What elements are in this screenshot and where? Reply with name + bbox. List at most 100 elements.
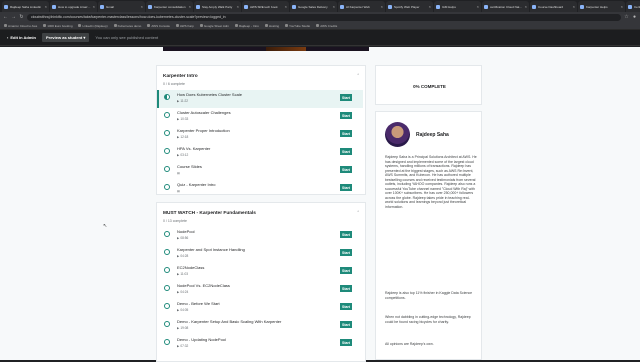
bookmark-icon [235, 24, 239, 27]
tab-favicon-icon [52, 4, 56, 9]
browser-tab[interactable]: How to upgrade Amazon EKS× [50, 1, 97, 12]
start-button[interactable]: Start [340, 249, 352, 256]
bookmark-label: Amazon Cloud to Aws [8, 23, 38, 28]
bookmark-item[interactable]: Amazon Cloud to Aws [4, 24, 37, 28]
section-title: Karpenter Intro [163, 74, 198, 79]
bookmark-item[interactable]: AWS Console [147, 24, 170, 28]
close-icon[interactable]: × [333, 4, 335, 9]
bookmark-icon [78, 24, 82, 27]
tab-favicon-icon [436, 4, 440, 9]
start-button[interactable]: Start [340, 285, 352, 292]
browser-tab[interactable]: Course Dashboard × [530, 1, 577, 12]
tab-title: Course Dashboard [538, 4, 564, 9]
tab-favicon-icon [100, 4, 104, 9]
bookmark-item[interactable]: AWS Karp [175, 24, 194, 28]
close-icon[interactable]: × [93, 4, 95, 9]
chevron-up-icon[interactable]: ˆ [357, 74, 359, 80]
bookmark-label: AWS Console [151, 23, 170, 28]
browser-tab[interactable]: IAM Helps × [434, 1, 481, 12]
close-icon[interactable]: × [621, 4, 623, 9]
lecture-row[interactable]: Course Slides ▤ Start [157, 162, 363, 180]
tab-title: AWS SRE tech book [250, 4, 278, 9]
tab-favicon-icon [292, 4, 296, 9]
reload-icon[interactable]: ↻ [19, 14, 24, 20]
preview-as-student-dropdown[interactable]: Preview as student ▾ [41, 33, 90, 42]
bookmark-item[interactable]: Rajdeep - Intro [235, 24, 259, 28]
lecture-title: EC2NodeClass [177, 265, 205, 270]
browser-tab[interactable]: Rajdeep Saha Linkedin × [2, 1, 49, 12]
lecture-row[interactable]: NodePool Vs. EC2NodeClass ▶ 04:24 Start [157, 281, 363, 299]
browser-tab[interactable]: Stay Amply Walk Party × [194, 1, 241, 12]
start-button[interactable]: Start [340, 184, 352, 191]
start-button[interactable]: Start [340, 303, 352, 310]
url-field[interactable]: cloudwithraj.thinkific.com/courses/take/… [27, 13, 621, 21]
browser-tab[interactable]: certification Cloud Native × [482, 1, 529, 12]
lecture-row[interactable]: Cluster Autoscaler Challenges ▶ 10:33 Star… [157, 108, 363, 126]
lecture-row[interactable]: Demo - Updating NodePool ▶ 07:32 Start [157, 335, 363, 353]
star-icon[interactable]: ☆ [624, 14, 629, 20]
bookmark-item[interactable]: AWS Credits [316, 24, 337, 28]
close-icon[interactable]: × [525, 4, 527, 9]
close-icon[interactable]: × [285, 4, 287, 9]
bookmark-item[interactable]: YouTube Studio [285, 24, 310, 28]
start-button[interactable]: Start [340, 148, 352, 155]
start-button[interactable]: Start [340, 231, 352, 238]
close-icon[interactable]: × [189, 4, 191, 9]
edit-in-admin-button[interactable]: ‹ Edit in Admin [7, 35, 36, 40]
lecture-title: Course Slides [177, 164, 202, 169]
browser-tab[interactable]: Karpenter Helps × [578, 1, 625, 12]
close-icon[interactable]: × [477, 4, 479, 9]
duration-text: 04:24 [180, 290, 189, 294]
lecture-row[interactable]: Demo - Before We Start ▶ 04:05 Start [157, 299, 363, 317]
lecture-row[interactable]: How Does Kubernetes Cluster Scale ▶ 11:22… [157, 90, 363, 108]
bookmark-label: Hosting [268, 23, 280, 28]
bookmark-item[interactable]: 1000 Euro booking [43, 24, 72, 28]
bookmark-item[interactable]: Hosting [264, 23, 280, 28]
tab-title: How to upgrade Amazon EKS [58, 4, 91, 9]
tab-favicon-icon [484, 4, 488, 9]
lecture-row[interactable]: EC2NodeClass ▶ 11:03 Start [157, 263, 363, 281]
lecture-row[interactable]: Karpenter Proper Introduction ▶ 12:18 Star… [157, 126, 363, 144]
browser-tab[interactable]: Certificate× [626, 1, 640, 12]
bookmark-item[interactable]: Google Sheet Adm [199, 24, 229, 28]
section-card-karpenter-intro: Karpenter Intro 0 / 6 complete ˆ How Doe… [156, 65, 366, 195]
lecture-row[interactable]: HPA Vs. Karpenter ▶ 03:12 Start [157, 144, 363, 162]
browser-tab[interactable]: Karpenter consolidation × [146, 1, 193, 12]
profile-icon[interactable]: ● [632, 14, 637, 20]
section-card-karpenter-fundamentals: MUST WATCH - Karpenter Fundamentals 0 / … [156, 202, 366, 362]
back-icon[interactable]: ← [3, 14, 8, 20]
lecture-row[interactable]: Quiz - Karpenter Intro ▤ Start [157, 180, 363, 198]
start-button[interactable]: Start [340, 339, 352, 346]
browser-tab[interactable]: Gmail × [98, 1, 145, 12]
close-icon[interactable]: × [237, 4, 239, 9]
lecture-row[interactable]: Karpenter and Spot Instance Handling ▶ 04… [157, 245, 363, 263]
bookmark-item[interactable]: Linkedin (Rajdeep) [78, 24, 108, 28]
bookmark-item[interactable]: Kubernetes demo [113, 24, 141, 28]
forward-icon[interactable]: → [11, 14, 16, 20]
start-button[interactable]: Start [340, 166, 352, 173]
video-player-strip[interactable] [163, 47, 369, 51]
browser-tab[interactable]: AWS SRE tech book × [242, 1, 289, 12]
close-icon[interactable]: × [45, 4, 47, 9]
browser-tab[interactable]: Google Sales Delivery × [290, 1, 337, 12]
start-button[interactable]: Start [340, 112, 352, 119]
close-icon[interactable]: × [141, 4, 143, 9]
instructor-name: Rajdeep Saha [416, 132, 449, 138]
start-button[interactable]: Start [340, 267, 352, 274]
start-button[interactable]: Start [340, 130, 352, 137]
start-button[interactable]: Start [340, 321, 352, 328]
close-icon[interactable]: × [429, 4, 431, 9]
lecture-row[interactable]: NodePool ▶ 08:56 Start [157, 227, 363, 245]
close-icon[interactable]: × [573, 4, 575, 9]
browser-tab[interactable]: Spotify Web Player × [386, 1, 433, 12]
tab-title: certification Cloud Native [490, 4, 523, 9]
lecture-row[interactable]: Demo - Karpenter Setup And Basic Scaling… [157, 317, 363, 335]
browser-tab[interactable]: AI Karpenter Web × [338, 1, 385, 12]
lecture-duration: ▶ 04:28 [177, 254, 189, 258]
tab-title: Certificate [634, 4, 640, 9]
tab-title: Google Sales Delivery [298, 4, 328, 9]
chevron-up-icon[interactable]: ˆ [357, 211, 359, 217]
start-button[interactable]: Start [340, 94, 352, 101]
close-icon[interactable]: × [381, 4, 383, 9]
lecture-title: Demo - Karpenter Setup And Basic Scaling… [177, 319, 282, 324]
